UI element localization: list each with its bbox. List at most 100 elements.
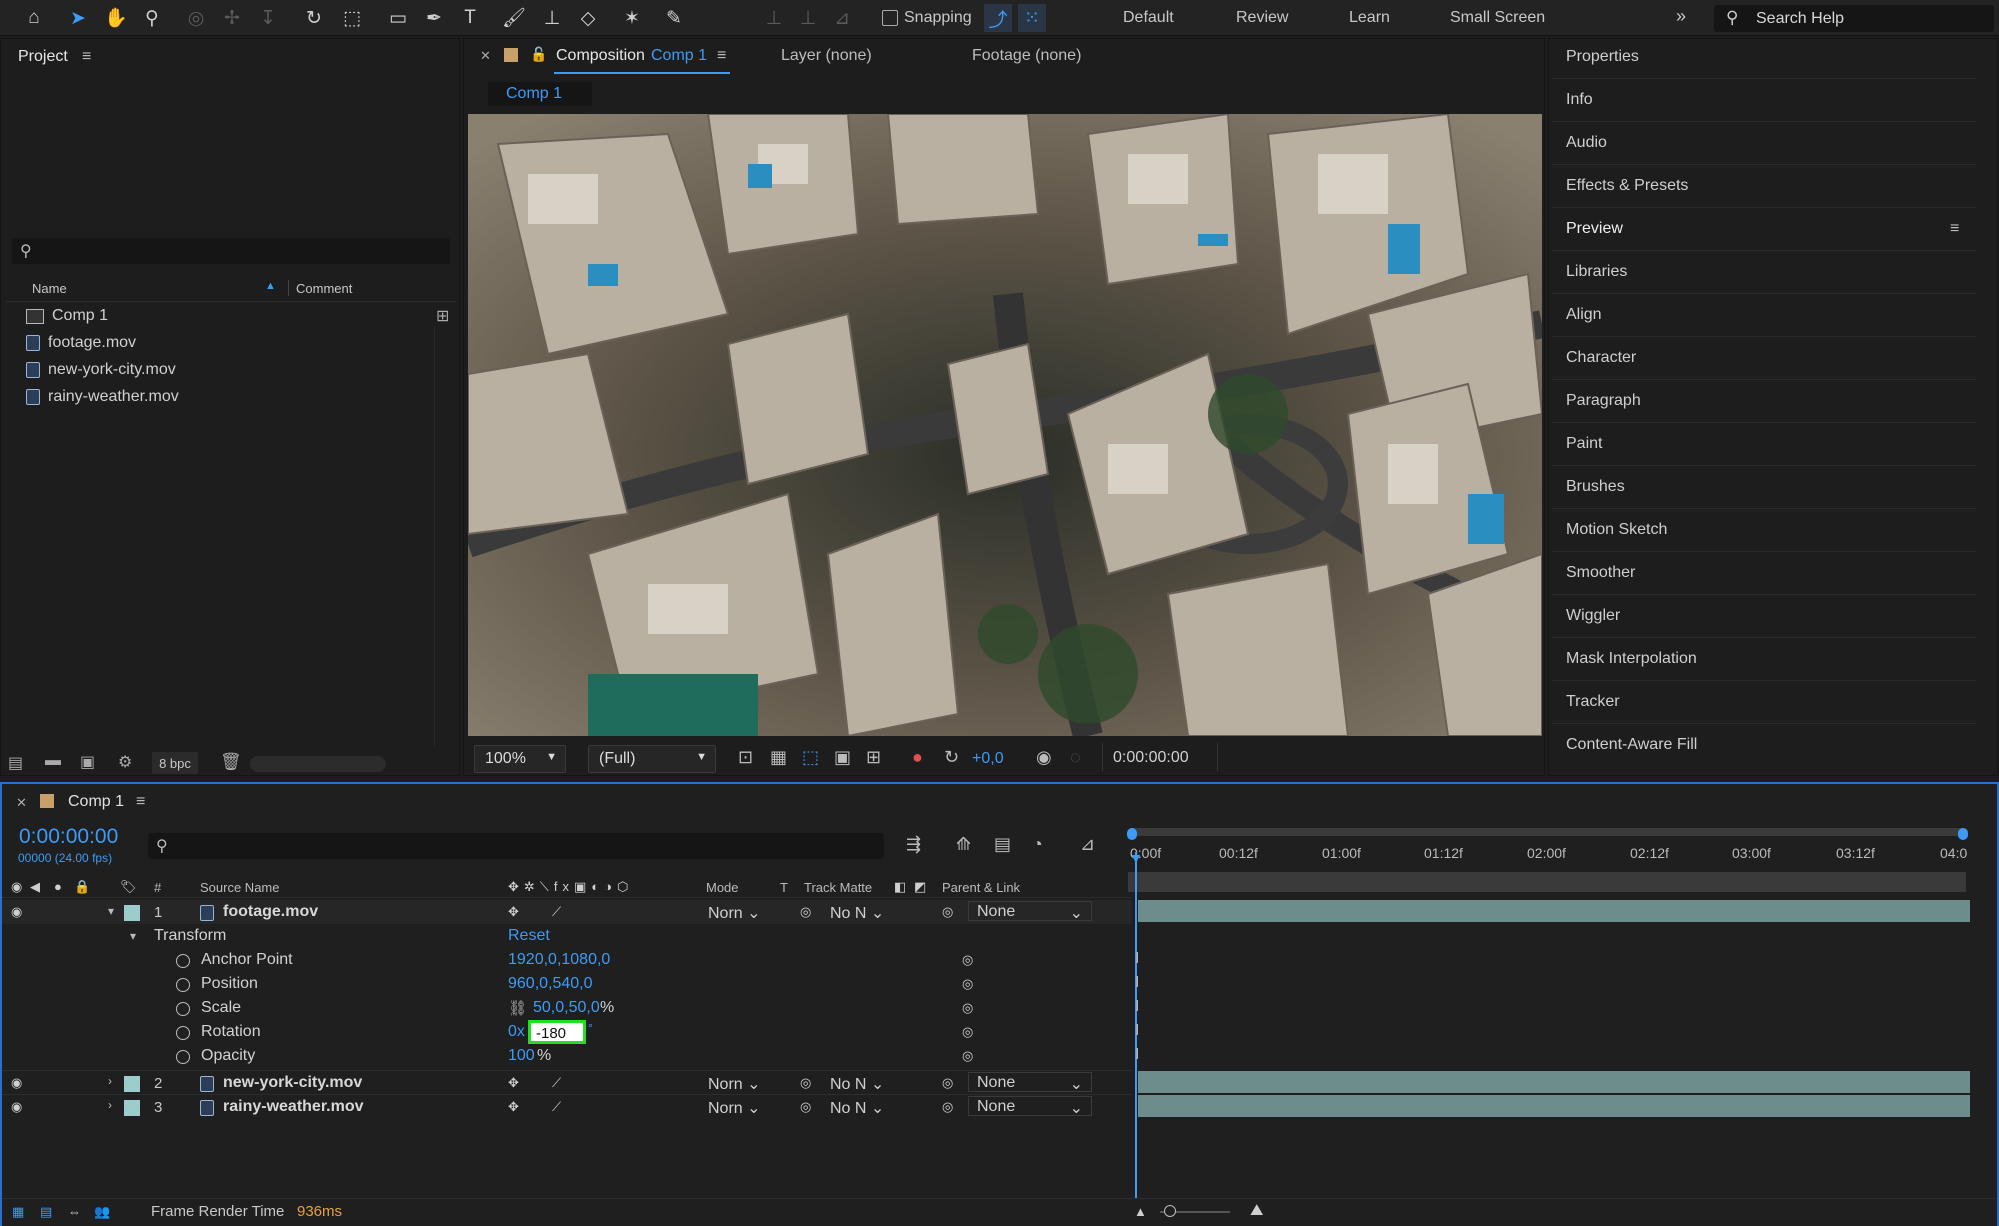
layer-mode-dropdown[interactable]: Norn ⌄ xyxy=(708,903,761,923)
position-value[interactable]: 960,0,540,0 xyxy=(508,975,593,993)
fast-previews-icon[interactable]: ⊡ xyxy=(738,747,753,768)
audio-icon[interactable]: ◀ xyxy=(30,879,40,895)
project-search-input[interactable]: ⚲ xyxy=(12,238,450,264)
stopwatch-icon[interactable] xyxy=(176,1002,190,1016)
reset-exposure-icon[interactable]: ↻ xyxy=(944,747,959,768)
layer-switches-icon[interactable]: ✥✲⟍fx▣◐◑⬡ xyxy=(508,879,658,895)
transform-collapse-icon[interactable]: ▾ xyxy=(130,929,136,943)
panel-smoother[interactable]: Smoother xyxy=(1566,564,1635,582)
home-icon[interactable]: ⌂ xyxy=(20,4,48,32)
orbit-tool-icon[interactable]: ◎ xyxy=(182,4,210,32)
draft-3d-icon[interactable]: ⟰ xyxy=(956,834,971,855)
snapping-checkbox[interactable] xyxy=(882,10,898,26)
opacity-value[interactable]: 100 xyxy=(508,1047,535,1065)
in-out-toggle-icon[interactable]: ⇔ xyxy=(68,1204,81,1219)
world-axis-icon[interactable]: ⊥ xyxy=(794,4,822,32)
bit-depth-button[interactable]: 8 bpc xyxy=(152,752,198,774)
transform-reset-link[interactable]: Reset xyxy=(508,927,550,945)
video-visibility-icon[interactable]: ◉ xyxy=(11,879,22,895)
zoom-in-icon[interactable]: ⛰ xyxy=(1250,1202,1263,1220)
comp-navigator-tab[interactable]: Comp 1 xyxy=(488,82,592,106)
exposure-value[interactable]: +0,0 xyxy=(972,750,1004,768)
layer-name[interactable]: rainy-weather.mov xyxy=(223,1098,364,1116)
layer-expand-icon[interactable]: › xyxy=(108,1074,112,1088)
layer-row-2[interactable] xyxy=(2,1070,1132,1094)
panel-tracker[interactable]: Tracker xyxy=(1566,693,1620,711)
eraser-tool-icon[interactable]: ◇ xyxy=(574,4,602,32)
layer-mode-dropdown[interactable]: Norn ⌄ xyxy=(708,1098,761,1118)
transfer-controls-toggle-icon[interactable]: ▤ xyxy=(40,1204,52,1220)
shy-switch-icon[interactable]: ✥ xyxy=(508,904,519,920)
column-comment[interactable]: Comment xyxy=(296,281,352,296)
transparency-grid-icon[interactable]: ▦ xyxy=(770,747,787,768)
zoom-tool-icon[interactable]: ⚲ xyxy=(138,4,166,32)
project-panel-title[interactable]: Project xyxy=(18,48,68,66)
panel-preview[interactable]: Preview xyxy=(1566,220,1623,238)
pen-tool-icon[interactable]: ✒ xyxy=(420,4,448,32)
layer-name[interactable]: footage.mov xyxy=(223,903,318,921)
track-matte-dropdown[interactable]: No N ⌄ xyxy=(830,1098,884,1118)
comp-mini-flowchart-icon[interactable]: ⇶ xyxy=(906,834,921,855)
puppet-tool-icon[interactable]: ✎ xyxy=(660,4,688,32)
delete-icon[interactable]: 🗑 xyxy=(220,752,242,772)
graph-editor-icon[interactable]: ⊿ xyxy=(1080,834,1095,855)
project-item-comp1[interactable]: Comp 1 xyxy=(26,303,108,329)
panel-mask-interpolation[interactable]: Mask Interpolation xyxy=(1566,650,1697,668)
track-matte-pickwhip-icon[interactable]: ◎ xyxy=(800,1099,811,1115)
layer-duration-bar[interactable] xyxy=(1138,1095,1970,1117)
panel-wiggler[interactable]: Wiggler xyxy=(1566,607,1620,625)
shy-switch-icon[interactable]: ✥ xyxy=(508,1075,519,1091)
track-matte-dropdown[interactable]: No N ⌄ xyxy=(830,1074,884,1094)
constrain-proportions-icon[interactable]: ⛓ xyxy=(508,999,527,1017)
expression-pickwhip-icon[interactable]: ◎ xyxy=(962,1048,973,1064)
quality-switch-icon[interactable]: ⟋ xyxy=(552,904,561,920)
composition-tab-label[interactable]: Composition xyxy=(556,47,645,65)
parent-pickwhip-icon[interactable]: ◎ xyxy=(942,904,953,920)
sort-ascending-icon[interactable]: ▲ xyxy=(265,280,276,292)
stopwatch-icon[interactable] xyxy=(176,978,190,992)
panel-properties[interactable]: Properties xyxy=(1566,48,1639,66)
panel-libraries[interactable]: Libraries xyxy=(1566,263,1627,281)
project-settings-icon[interactable]: ⚙ xyxy=(118,752,132,772)
workspace-default[interactable]: Default xyxy=(1123,9,1174,27)
pan-behind-tool-icon[interactable]: ⬚ xyxy=(338,4,366,32)
layer-visibility-icon[interactable]: ◉ xyxy=(11,904,22,920)
layer-tab[interactable]: Layer (none) xyxy=(781,47,872,65)
layer-mode-dropdown[interactable]: Norn ⌄ xyxy=(708,1074,761,1094)
expression-pickwhip-icon[interactable]: ◎ xyxy=(962,1000,973,1016)
panel-character[interactable]: Character xyxy=(1566,349,1636,367)
project-item-rainy-weather[interactable]: rainy-weather.mov xyxy=(26,384,179,410)
solo-icon[interactable]: ● xyxy=(54,879,62,894)
workspace-small-screen[interactable]: Small Screen xyxy=(1450,9,1545,27)
grid-guides-icon[interactable]: ⊞ xyxy=(866,747,881,768)
quality-switch-icon[interactable]: ⟋ xyxy=(552,1075,561,1091)
snap-grid-icon[interactable]: ⁙ xyxy=(1018,4,1046,32)
layer-label-swatch[interactable] xyxy=(124,1100,140,1116)
layer-row-3[interactable] xyxy=(2,1094,1132,1118)
workspace-review[interactable]: Review xyxy=(1236,9,1288,27)
stopwatch-icon[interactable] xyxy=(176,954,190,968)
project-scroll-track[interactable] xyxy=(434,326,435,746)
lock-icon[interactable]: 🔒 xyxy=(74,879,90,895)
column-preserve-transparency[interactable]: T xyxy=(780,880,788,895)
stopwatch-icon[interactable] xyxy=(176,1026,190,1040)
layer-label-swatch[interactable] xyxy=(124,1076,140,1092)
column-parent-link[interactable]: Parent & Link xyxy=(942,880,1020,895)
hand-tool-icon[interactable]: ✋ xyxy=(102,4,130,32)
layer-duration-bar[interactable] xyxy=(1138,1071,1970,1093)
quality-switch-icon[interactable]: ⟋ xyxy=(552,1099,561,1115)
flowchart-icon[interactable]: ⊞ xyxy=(436,306,449,326)
timeline-tab-label[interactable]: Comp 1 xyxy=(68,793,124,811)
rectangle-tool-icon[interactable]: ▭ xyxy=(384,4,412,32)
current-time-display[interactable]: 0:00:00:00 xyxy=(1102,743,1218,771)
column-source-name[interactable]: Source Name xyxy=(200,880,279,895)
work-area-start-handle[interactable] xyxy=(1127,828,1137,840)
panel-paragraph[interactable]: Paragraph xyxy=(1566,392,1641,410)
parent-pickwhip-icon[interactable]: ◎ xyxy=(942,1099,953,1115)
column-name[interactable]: Name xyxy=(32,281,67,296)
layer-visibility-icon[interactable]: ◉ xyxy=(11,1099,22,1115)
composition-menu-icon[interactable]: ≡ xyxy=(717,47,726,65)
brush-tool-icon[interactable]: 🖌 xyxy=(500,4,528,32)
track-matte-pickwhip-icon[interactable]: ◎ xyxy=(800,904,811,920)
show-snapshot-icon[interactable]: ◌ xyxy=(1070,747,1081,768)
